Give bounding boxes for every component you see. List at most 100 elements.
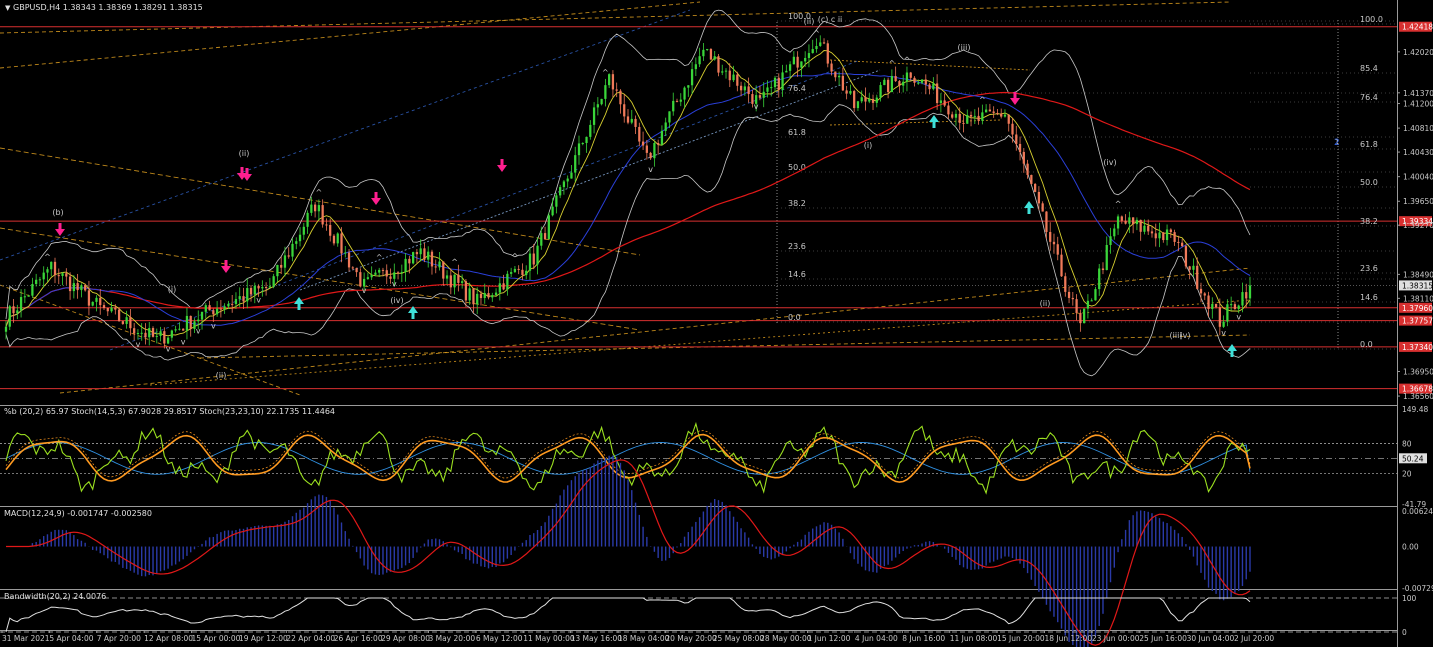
candle-body [562,181,566,188]
candle-body [442,261,445,279]
candle-body [973,115,976,117]
time-tick-label: 7 Apr 20:00 [97,634,141,643]
candle-body [962,122,965,124]
price-tick-label: 1.41200 [1403,100,1433,109]
candle-body [35,279,38,285]
time-tick-label: 8 Jun 16:00 [902,634,945,643]
candle-body [1128,217,1131,224]
time-tick-label: 15 Apr 00:00 [192,634,241,643]
candle-body [257,285,260,289]
candle-body [280,264,283,268]
fractal-up-icon: ^ [512,252,519,261]
candle-body [762,91,765,98]
candle-body [502,283,505,290]
candle-body [1109,236,1112,245]
time-tick-label: 5 Apr 04:00 [49,634,93,643]
candle-body [1045,211,1048,232]
candle-body [287,255,290,257]
candle-body [1090,300,1093,302]
candle-body [626,116,630,123]
candle-body [144,332,147,338]
trading-chart[interactable]: 100.076.461.850.038.223.614.60.0100.085.… [0,0,1433,647]
candle-body [159,331,162,336]
candle-body [498,283,501,293]
candle-body [1241,292,1244,306]
candle-body [879,85,882,98]
candle-body [329,224,332,236]
candle-body [886,79,890,93]
candle-body [713,56,716,60]
fractal-down-icon: v [754,102,759,111]
candle-body [868,98,871,102]
candle-body [393,272,396,279]
candle-body [592,107,596,125]
fib-label: 85.4 [1360,64,1378,73]
candle-body [302,226,305,235]
candle-body [347,252,351,268]
candle-body [510,272,513,274]
candle [1033,182,1037,193]
fractal-down-icon: v [1236,313,1241,322]
time-tick-label: 29 Apr 08:00 [381,634,430,643]
candle-body [1018,143,1022,152]
candle-body [570,172,573,179]
triangle-down-icon[interactable]: ▼ [5,4,11,12]
side-wave-label: 2 [1334,138,1340,148]
candle-body [679,99,682,102]
candle-body [449,275,452,288]
candle-body [170,330,173,338]
time-tick-label: 18 May 04:00 [618,634,670,643]
candle-body [826,43,829,64]
candle-body [261,286,264,289]
candle-body [724,70,728,72]
candle-body [1067,291,1071,298]
fib-label: 76.4 [1360,93,1378,102]
candle-body [140,332,143,334]
candle-body [856,101,860,109]
candle-body [800,61,803,68]
candle-body [231,303,234,305]
wave-label: (i) [168,285,176,294]
candle-body [12,306,15,314]
candle-body [924,79,927,85]
candle-body [1143,225,1146,232]
stoch-tick-label: 149.48 [1402,405,1428,414]
candle-body [430,251,434,267]
candle-body [785,70,788,73]
candle-body [981,112,984,121]
candle-body [336,233,339,244]
wave-label: (ii) [239,149,250,158]
candle-body [1022,151,1025,164]
candle-body [396,272,400,274]
candle-body [174,329,177,331]
candle-body [917,82,920,84]
wave-label: (c) c ii [818,15,843,24]
candle-body [283,255,287,268]
candle-body [125,317,128,324]
candle-body [1199,288,1203,294]
candle-body [525,270,528,276]
candle-body [966,114,969,124]
candle-body [559,187,562,196]
candle-body [234,299,238,305]
candle-body [540,233,543,246]
candle-body [649,152,652,159]
bandwidth-tick-label: 100 [1402,594,1417,603]
candle [1083,308,1086,324]
candle-body [521,269,524,276]
candle-body [506,273,509,290]
candle-body [321,205,324,225]
candle-body [1139,219,1142,232]
fractal-up-icon: ^ [44,252,51,261]
candle-body [721,71,724,73]
candle-body [792,56,795,65]
candle-body [984,109,988,113]
candle-body [8,306,11,327]
candle-body [385,270,388,277]
candle-body [513,268,517,273]
wave-label: (iv) [1103,158,1116,167]
time-tick-label: 25 Jun 16:00 [1139,634,1187,643]
candle-body [332,235,336,244]
candle-body [19,297,23,311]
candle-body [935,83,939,104]
